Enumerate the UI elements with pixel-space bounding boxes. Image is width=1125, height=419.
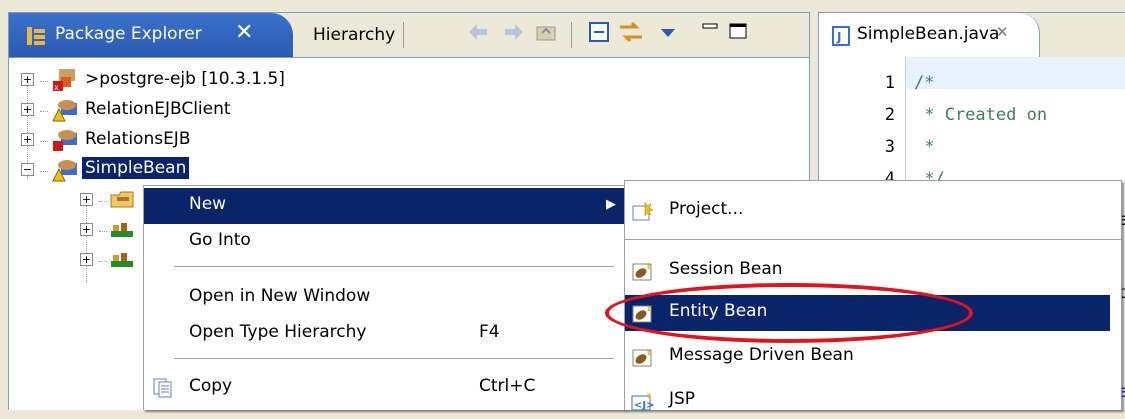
jsp-icon: <J> <box>629 390 655 417</box>
library-icon <box>109 249 135 276</box>
expand-toggle[interactable]: + <box>21 73 34 86</box>
expand-toggle[interactable]: + <box>80 223 93 236</box>
svg-text:J: J <box>836 30 841 44</box>
editor-tab-label: SimpleBean.java <box>857 24 1000 44</box>
tree-connector <box>40 81 48 82</box>
tab-package-explorer[interactable]: Package Explorer ✕ <box>9 13 293 57</box>
tree-connector <box>99 231 107 232</box>
menu-item-label: Copy <box>189 376 233 396</box>
collapse-all-icon[interactable] <box>584 19 614 49</box>
menu-item-open-type-hierarchy[interactable]: Open Type Hierarchy F4 <box>144 316 624 352</box>
ejb-project-error-icon <box>51 127 77 151</box>
context-menu: New ▶ Go Into Open in New Window Open Ty… <box>143 185 625 410</box>
ejb-client-project-warning-icon <box>51 97 77 122</box>
menu-item-label: Open Type Hierarchy <box>189 322 367 342</box>
ejb-project-warning-icon <box>51 157 77 182</box>
tree-item-label: RelationsEJB <box>85 129 191 149</box>
close-icon[interactable]: ✕ <box>996 23 1009 41</box>
code-line: * <box>914 137 935 157</box>
tree-item[interactable]: + RelationEJBClient <box>9 95 809 125</box>
line-number: 1 <box>884 73 895 93</box>
message-driven-bean-icon <box>631 346 655 373</box>
submenu-arrow-icon: ▶ <box>606 197 616 212</box>
menu-separator <box>174 358 614 359</box>
expand-toggle[interactable]: + <box>21 133 34 146</box>
minimize-icon[interactable] <box>695 19 725 49</box>
tree-connector <box>40 141 48 142</box>
menu-item-project[interactable]: Project... <box>625 193 1121 229</box>
tab-package-explorer-label: Package Explorer <box>55 24 202 44</box>
svg-text:<J>: <J> <box>634 400 654 411</box>
tree-connector <box>99 261 107 262</box>
tree-connector <box>40 111 48 112</box>
editor-tabbar: J SimpleBean.java ✕ <box>819 13 1125 58</box>
menu-item-label: Message Driven Bean <box>669 345 854 365</box>
line-number: 2 <box>884 105 895 125</box>
close-icon[interactable]: ✕ <box>235 20 253 45</box>
menu-item-session-bean[interactable]: Session Bean <box>625 253 1121 289</box>
menu-item-label: Entity Bean <box>669 301 768 321</box>
menu-item-label: Project... <box>669 199 744 219</box>
collapse-toggle[interactable]: − <box>21 163 34 176</box>
toolbar-divider <box>571 22 572 48</box>
menu-item-message-driven-bean[interactable]: Message Driven Bean <box>625 339 1121 375</box>
menu-item-open-in-new-window[interactable]: Open in New Window <box>144 280 624 316</box>
expand-toggle[interactable]: + <box>21 103 34 116</box>
new-submenu: Project... Session Bean Entity Bean Mess… <box>624 180 1122 411</box>
entity-bean-icon <box>631 302 655 329</box>
ejb-project-error-icon: x <box>51 67 77 92</box>
menu-item-label: New <box>189 194 227 214</box>
tab-hierarchy[interactable]: Hierarchy <box>293 13 403 57</box>
menu-item-go-into[interactable]: Go Into <box>144 224 624 260</box>
menu-separator <box>174 266 614 267</box>
tree-item-label: RelationEJBClient <box>85 99 231 119</box>
tree-item[interactable]: + x >postgre-ejb [10.3.1.5] <box>9 65 809 95</box>
tab-divider <box>403 22 404 48</box>
expand-toggle[interactable]: + <box>80 193 93 206</box>
menu-item-copy[interactable]: Copy Ctrl+C <box>144 370 624 406</box>
tab-simplebean-java[interactable]: J SimpleBean.java ✕ <box>819 13 1040 57</box>
tree-item-label: >postgre-ejb [10.3.1.5] <box>85 69 285 89</box>
library-icon <box>109 219 135 246</box>
menu-item-jsp[interactable]: <J> JSP <box>625 383 1121 419</box>
menu-item-entity-bean[interactable]: Entity Bean <box>625 295 1110 331</box>
java-file-icon: J <box>831 25 851 52</box>
code-line: /* <box>914 73 935 93</box>
view-menu-icon[interactable] <box>653 19 683 49</box>
new-project-icon <box>631 200 655 227</box>
menu-item-label: Open in New Window <box>189 286 371 306</box>
session-bean-icon <box>631 260 655 287</box>
copy-icon <box>152 377 174 404</box>
ejb-module-folder-icon <box>109 187 135 216</box>
up-folder-icon[interactable] <box>531 19 561 49</box>
tree-item[interactable]: + RelationsEJB <box>9 125 809 155</box>
menu-item-label: Session Bean <box>669 259 783 279</box>
tree-connector <box>40 171 48 172</box>
menu-item-shortcut: F4 <box>479 322 500 342</box>
menu-item-shortcut: Ctrl+C <box>479 376 536 396</box>
line-number: 3 <box>884 137 895 157</box>
menu-item-label: Go Into <box>189 230 251 250</box>
link-with-editor-icon[interactable] <box>616 19 646 49</box>
svg-text:x: x <box>54 83 59 92</box>
package-explorer-icon <box>25 25 47 52</box>
maximize-icon[interactable] <box>723 19 753 49</box>
menu-item-new[interactable]: New ▶ <box>144 188 624 224</box>
package-explorer-tabbar: Package Explorer ✕ Hierarchy <box>9 13 809 58</box>
tree-connector <box>99 201 107 202</box>
back-arrow-icon[interactable] <box>463 19 493 49</box>
forward-arrow-icon[interactable] <box>499 19 529 49</box>
tab-hierarchy-label: Hierarchy <box>313 25 396 45</box>
code-line: * Created on <box>914 105 1048 125</box>
tree-item-label: SimpleBean <box>82 157 190 179</box>
menu-item-label: JSP <box>669 389 696 409</box>
menu-separator <box>625 239 1121 240</box>
expand-toggle[interactable]: + <box>80 253 93 266</box>
